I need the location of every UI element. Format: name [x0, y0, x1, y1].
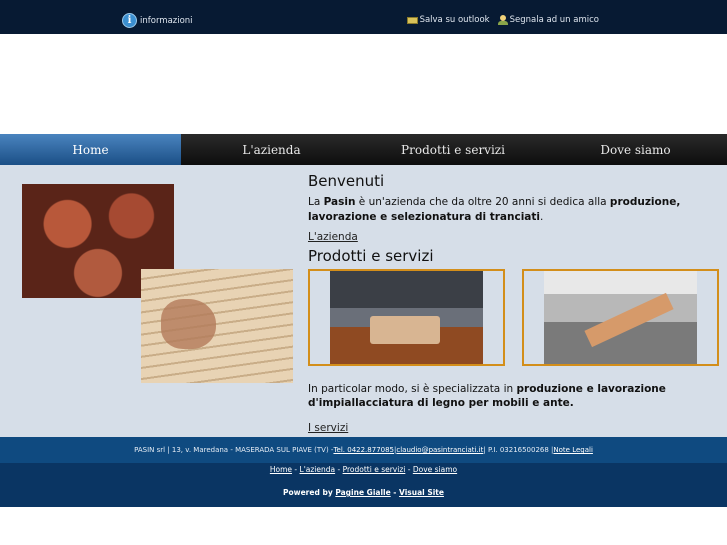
welcome-text: La Pasin è un'azienda che da oltre 20 an…: [308, 196, 681, 223]
utility-links: Salva su outlook Segnala ad un amico: [406, 15, 599, 25]
vat-info: | P.I. 03216500268 |: [483, 446, 554, 454]
company-info: PASIN srl | 13, v. Maredana - MASERADA S…: [134, 446, 334, 454]
outlook-icon: [406, 16, 418, 24]
main-content: Benvenuti La Pasin è un'azienda che da o…: [0, 165, 727, 437]
footer-contact: PASIN srl | 13, v. Maredana - MASERADA S…: [0, 437, 727, 463]
friend-label: Segnala ad un amico: [509, 15, 599, 25]
footer-azienda-link[interactable]: L'azienda: [300, 465, 336, 474]
veneer-photo: [141, 269, 293, 383]
footer-nav: Home - L'azienda - Prodotti e servizi - …: [0, 463, 727, 507]
powered-by: Powered by Pagine Gialle - Visual Site: [283, 488, 444, 497]
footer-prodotti-link[interactable]: Prodotti e servizi: [343, 465, 406, 474]
info-icon: i: [122, 13, 137, 28]
service-image-1: [308, 269, 505, 366]
top-bar: i informazioni Salva su outlook Segnala …: [0, 0, 727, 34]
info-label: informazioni: [140, 15, 193, 26]
footer-links: Home - L'azienda - Prodotti e servizi - …: [269, 465, 458, 474]
legal-notes-link[interactable]: Note Legali: [553, 446, 593, 454]
phone-link[interactable]: Tel. 0422.877085: [333, 446, 394, 454]
azienda-link[interactable]: L'azienda: [308, 231, 358, 243]
save-outlook-link[interactable]: Salva su outlook: [406, 15, 490, 25]
pagine-gialle-link[interactable]: Pagine Gialle: [335, 488, 390, 497]
tab-prodotti[interactable]: Prodotti e servizi: [362, 134, 544, 165]
tab-home[interactable]: Home: [0, 134, 181, 165]
welcome-title: Benvenuti: [308, 172, 385, 190]
main-nav: Home L'azienda Prodotti e servizi Dove s…: [0, 134, 727, 165]
service-image-2: [522, 269, 719, 366]
welcome-section: Benvenuti La Pasin è un'azienda che da o…: [308, 172, 723, 225]
outlook-label: Salva su outlook: [419, 15, 490, 25]
tell-friend-link[interactable]: Segnala ad un amico: [497, 15, 599, 25]
visual-site-link[interactable]: Visual Site: [399, 488, 444, 497]
services-text: In particolar modo, si è specializzata i…: [308, 383, 666, 409]
tab-dove-siamo[interactable]: Dove siamo: [544, 134, 727, 165]
footer-home-link[interactable]: Home: [270, 465, 292, 474]
services-link[interactable]: I servizi: [308, 422, 348, 434]
info-link[interactable]: i informazioni: [122, 13, 193, 28]
services-title: Prodotti e servizi: [308, 247, 434, 265]
tab-azienda[interactable]: L'azienda: [181, 134, 362, 165]
email-link[interactable]: claudio@pasintranciati.it: [396, 446, 483, 454]
footer-dove-link[interactable]: Dove siamo: [413, 465, 457, 474]
friend-icon: [497, 15, 508, 25]
